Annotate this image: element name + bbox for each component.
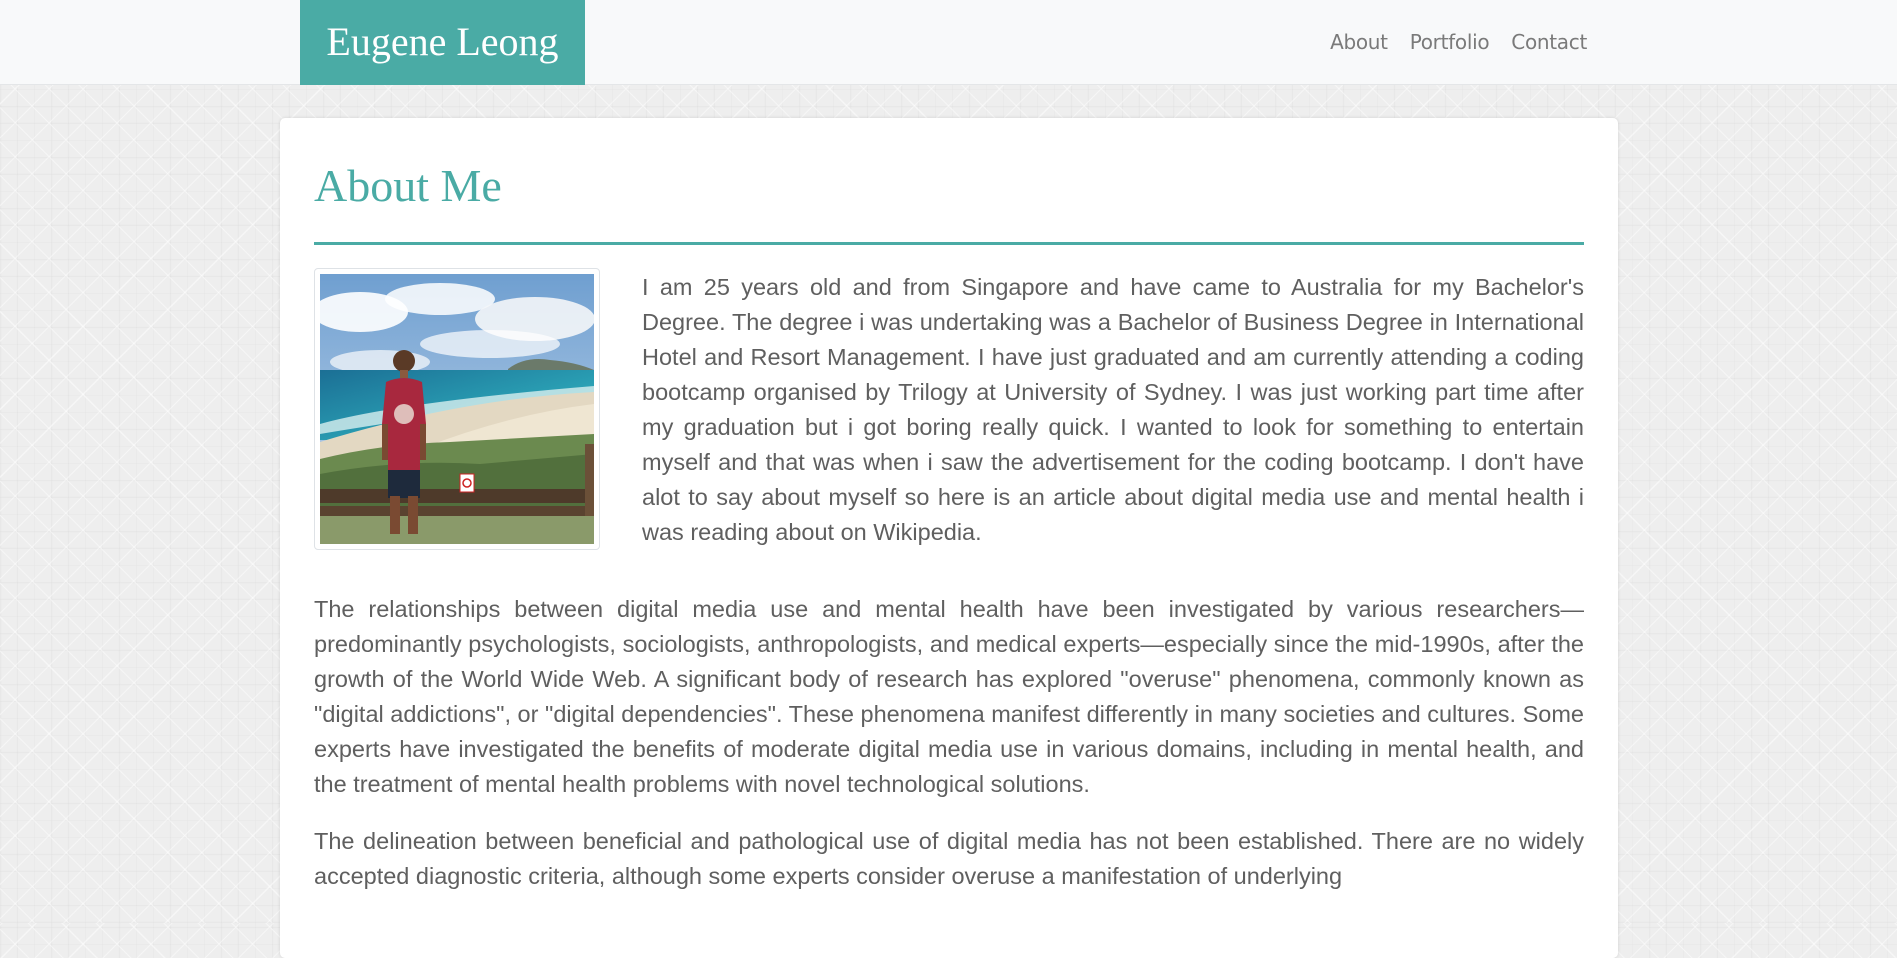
profile-photo-frame <box>314 268 600 550</box>
article-paragraph-2: The delineation between beneficial and p… <box>314 828 1584 889</box>
title-divider <box>314 242 1584 245</box>
intro-section: I am 25 years old and from Singapore and… <box>314 268 1584 550</box>
nav-links: About Portfolio Contact <box>1330 0 1587 84</box>
nav-link-portfolio[interactable]: Portfolio <box>1410 30 1490 54</box>
brand-logo-link[interactable]: Eugene Leong <box>300 0 585 85</box>
intro-paragraph: I am 25 years old and from Singapore and… <box>642 274 1584 545</box>
nav-link-about[interactable]: About <box>1330 30 1388 54</box>
nav-link-contact[interactable]: Contact <box>1511 30 1587 54</box>
page-title: About Me <box>314 160 502 211</box>
about-card: About Me I am 25 years old and from Sing… <box>280 118 1618 958</box>
navbar: Eugene Leong About Portfolio Contact <box>0 0 1897 85</box>
profile-photo <box>320 274 594 544</box>
article-paragraph-1: The relationships between digital media … <box>314 596 1584 797</box>
